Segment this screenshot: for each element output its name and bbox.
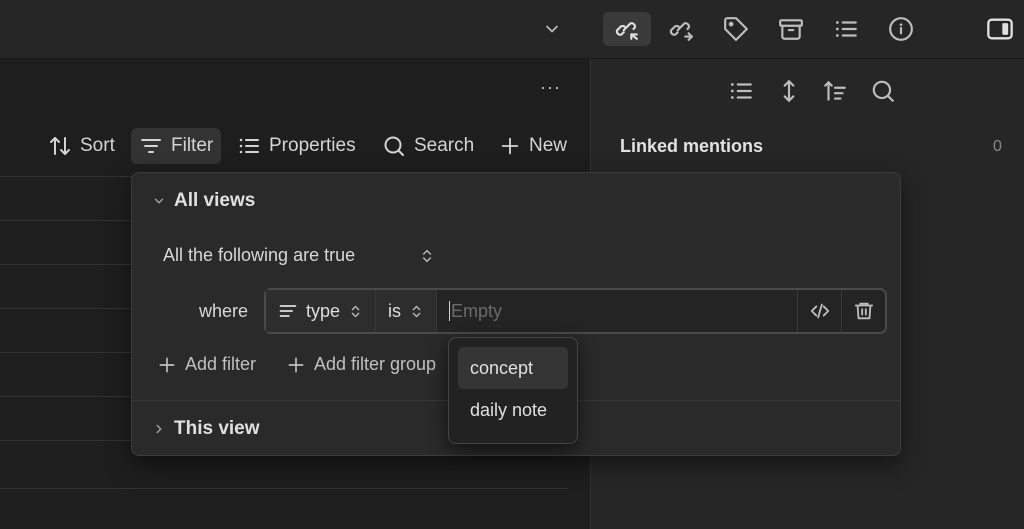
filter-icon (141, 139, 161, 153)
delete-filter-button[interactable] (841, 290, 885, 332)
operator-select[interactable]: is (376, 290, 438, 332)
sort-order-icon[interactable] (822, 78, 848, 104)
chevron-up-down-icon (351, 305, 360, 317)
filter-label: Filter (171, 135, 214, 156)
value-suggestions-dropdown: concept daily note (448, 337, 578, 444)
info-icon[interactable] (877, 12, 925, 46)
this-view-label: This view (174, 418, 260, 439)
text-property-icon (279, 305, 297, 317)
filter-button[interactable]: Filter (131, 128, 222, 164)
code-icon (810, 303, 829, 319)
sort-button[interactable]: Sort (40, 128, 123, 164)
filter-value-placeholder: Empty (451, 300, 503, 321)
top-bar (0, 0, 1024, 59)
properties-label: Properties (269, 135, 356, 156)
linked-mentions-heading[interactable]: Linked mentions (620, 136, 763, 157)
dropdown-option-concept[interactable]: concept (458, 347, 568, 389)
backlinks-icon[interactable] (603, 12, 651, 46)
property-label: type (306, 300, 341, 321)
operator-label: is (388, 300, 402, 321)
chevron-up-down-icon (423, 249, 432, 262)
tag-icon[interactable] (712, 12, 760, 46)
search-icon (384, 136, 404, 156)
condition-label: All the following are true (163, 245, 356, 265)
this-view-section-header[interactable]: This view (152, 418, 260, 440)
add-filter-button[interactable]: Add filter (157, 354, 256, 375)
sort-icon (50, 137, 70, 155)
condition-select[interactable]: All the following are true (163, 245, 435, 266)
property-select[interactable]: type (266, 290, 377, 332)
more-options-icon[interactable]: ··· (540, 77, 561, 98)
where-label: where (199, 301, 249, 321)
add-filter-group-label: Add filter group (314, 354, 437, 374)
outline-list-icon[interactable] (822, 12, 870, 46)
search-label: Search (414, 135, 475, 156)
expand-vertical-icon[interactable] (776, 78, 802, 104)
outgoing-links-icon[interactable] (657, 12, 705, 46)
add-filter-group-button[interactable]: Add filter group (286, 354, 436, 375)
add-filter-label: Add filter (185, 354, 257, 374)
chevron-up-down-icon (412, 305, 421, 317)
all-views-section-header[interactable]: All views (152, 190, 255, 212)
new-label: New (529, 135, 568, 156)
archive-icon[interactable] (767, 12, 815, 46)
sidebar-toggle-icon[interactable] (976, 12, 1024, 46)
search-icon[interactable] (870, 78, 896, 104)
properties-button[interactable]: Properties (229, 128, 364, 164)
linked-mentions-count: 0 (993, 138, 1002, 155)
chevron-down-icon[interactable] (528, 12, 576, 46)
search-button[interactable]: Search (374, 128, 482, 164)
sort-label: Sort (80, 135, 115, 156)
list-view-icon[interactable] (728, 78, 754, 104)
filter-condition-row: type is Empty (264, 288, 887, 334)
table-row-divider (0, 488, 568, 489)
plus-icon (288, 357, 304, 372)
text-caret (449, 301, 451, 321)
chevron-down-icon (154, 198, 164, 204)
plus-icon (159, 357, 175, 372)
trash-icon (854, 302, 873, 320)
plus-icon (501, 137, 519, 155)
code-toggle-button[interactable] (797, 290, 841, 332)
dropdown-option-daily-note[interactable]: daily note (458, 389, 568, 431)
chevron-right-icon (156, 424, 162, 434)
new-button[interactable]: New (491, 128, 575, 164)
filter-value-input[interactable]: Empty (437, 290, 797, 332)
all-views-label: All views (174, 190, 256, 211)
properties-list-icon (239, 138, 259, 154)
